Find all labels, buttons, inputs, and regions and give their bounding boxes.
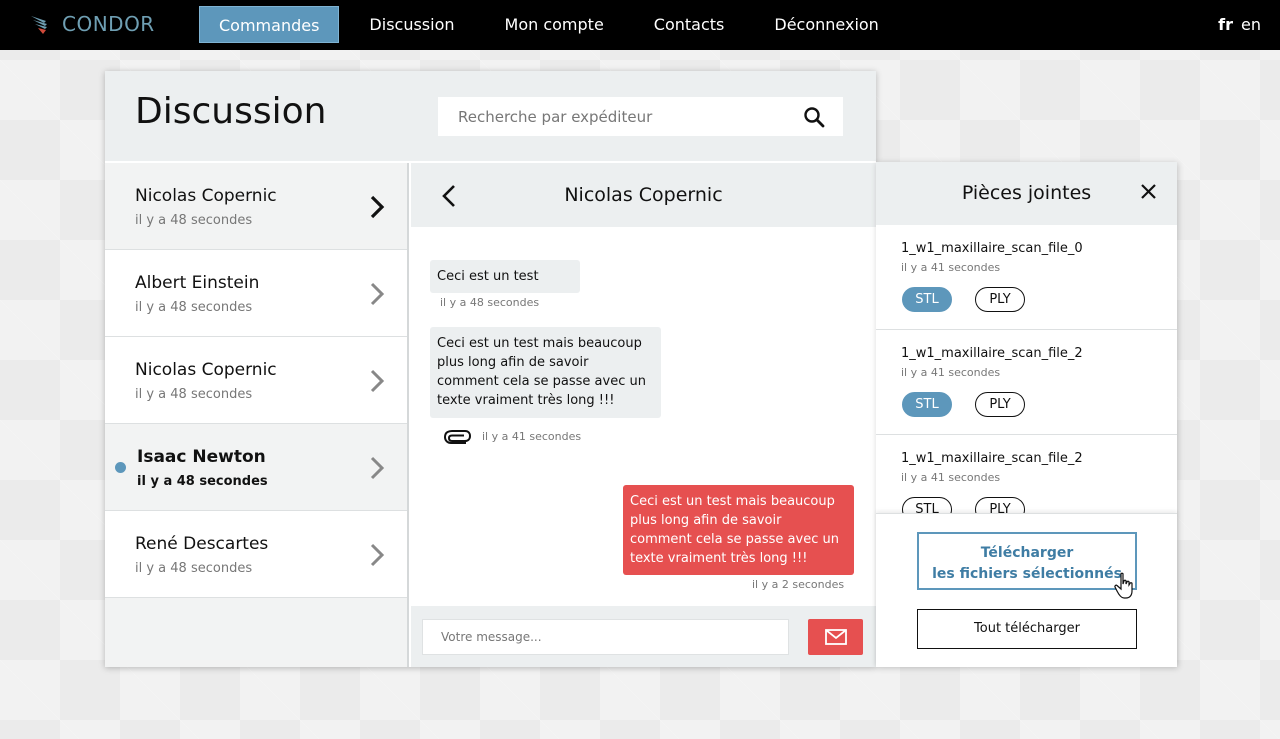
top-navbar: CONDOR Commandes Discussion Mon compte C…: [0, 0, 1280, 50]
download-all-button[interactable]: Tout télécharger: [917, 609, 1137, 649]
contact-item[interactable]: Isaac Newton il y a 48 secondes: [105, 424, 407, 511]
file-time: il y a 41 secondes: [901, 366, 1001, 379]
unread-dot: [115, 462, 126, 473]
discussion-panel: Discussion Nicolas Copernic il y a 48 se…: [105, 71, 876, 667]
conversation-header: Nicolas Copernic: [411, 163, 876, 227]
message-bubble: Ceci est un test: [430, 260, 580, 293]
lang-fr[interactable]: fr: [1218, 15, 1233, 34]
download-selected-button[interactable]: Télécharger les fichiers sélectionnés: [917, 532, 1137, 590]
ply-toggle[interactable]: PLY: [975, 287, 1025, 312]
contact-name: Nicolas Copernic: [135, 360, 277, 380]
contact-item[interactable]: Nicolas Copernic il y a 48 secondes: [105, 163, 407, 250]
file-time: il y a 41 secondes: [901, 471, 1001, 484]
stl-toggle[interactable]: STL: [902, 497, 952, 513]
download-selected-label-1: Télécharger: [980, 545, 1074, 561]
ply-toggle[interactable]: PLY: [975, 497, 1025, 513]
send-button[interactable]: [808, 619, 863, 655]
nav-mon-compte[interactable]: Mon compte: [485, 6, 624, 43]
page-title: Discussion: [135, 91, 327, 132]
brand-logo[interactable]: CONDOR: [30, 12, 155, 36]
close-icon[interactable]: [1140, 183, 1157, 200]
contact-item[interactable]: Albert Einstein il y a 48 secondes: [105, 250, 407, 337]
chevron-right-icon: [370, 195, 385, 219]
message-bubble: Ceci est un test mais beaucoup plus long…: [430, 327, 661, 418]
chevron-right-icon: [370, 543, 385, 567]
message-time: il y a 2 secondes: [752, 578, 845, 591]
attachments-header: Pièces jointes: [876, 162, 1177, 225]
paperclip-icon[interactable]: [440, 427, 472, 447]
conversation-title: Nicolas Copernic: [564, 184, 723, 206]
nav-discussion[interactable]: Discussion: [349, 6, 474, 43]
language-switcher: fr en: [1218, 15, 1261, 34]
contact-item[interactable]: René Descartes il y a 48 secondes: [105, 511, 407, 598]
attachment-item: 1_w1_maxillaire_scan_file_0 il y a 41 se…: [876, 225, 1177, 330]
search-icon[interactable]: [803, 106, 825, 128]
nav-commandes[interactable]: Commandes: [199, 6, 340, 43]
discussion-header: Discussion: [105, 71, 876, 161]
attachments-title: Pièces jointes: [961, 182, 1092, 204]
nav-contacts[interactable]: Contacts: [634, 6, 745, 43]
search-box: [438, 97, 843, 136]
file-name: 1_w1_maxillaire_scan_file_0: [901, 241, 1083, 256]
ply-toggle[interactable]: PLY: [975, 392, 1025, 417]
contact-time: il y a 48 secondes: [137, 474, 268, 489]
hand-pointer-cursor-icon: [1114, 572, 1133, 599]
contact-name: René Descartes: [135, 534, 269, 554]
chevron-right-icon: [370, 282, 385, 306]
nav-deconnexion[interactable]: Déconnexion: [754, 6, 898, 43]
message-time: il y a 41 secondes: [482, 430, 582, 443]
attachment-item: 1_w1_maxillaire_scan_file_2 il y a 41 se…: [876, 435, 1177, 513]
condor-bird-logo-icon: [31, 16, 47, 34]
contact-time: il y a 48 secondes: [135, 387, 253, 402]
stl-toggle[interactable]: STL: [902, 392, 952, 417]
file-name: 1_w1_maxillaire_scan_file_2: [901, 451, 1083, 466]
contact-list: Nicolas Copernic il y a 48 secondes Albe…: [105, 163, 409, 667]
lang-en[interactable]: en: [1241, 15, 1261, 34]
attachment-list: 1_w1_maxillaire_scan_file_0 il y a 41 se…: [876, 225, 1177, 513]
download-selected-label-2: les fichiers sélectionnés: [932, 566, 1122, 582]
attachment-item: 1_w1_maxillaire_scan_file_2 il y a 41 se…: [876, 330, 1177, 435]
contact-item[interactable]: Nicolas Copernic il y a 48 secondes: [105, 337, 407, 424]
search-input[interactable]: [438, 97, 778, 136]
file-time: il y a 41 secondes: [901, 261, 1001, 274]
envelope-icon: [824, 629, 847, 645]
contact-time: il y a 48 secondes: [135, 213, 253, 228]
contact-name: Isaac Newton: [137, 447, 266, 467]
my-message-bubble: Ceci est un test mais beaucoup plus long…: [623, 485, 854, 575]
contact-name: Nicolas Copernic: [135, 186, 277, 206]
message-input[interactable]: [422, 619, 789, 655]
chevron-right-icon: [370, 369, 385, 393]
stl-toggle[interactable]: STL: [902, 287, 952, 312]
contact-time: il y a 48 secondes: [135, 561, 253, 576]
contact-time: il y a 48 secondes: [135, 300, 253, 315]
chevron-right-icon: [370, 456, 385, 480]
file-name: 1_w1_maxillaire_scan_file_2: [901, 346, 1083, 361]
brand-name: CONDOR: [62, 12, 155, 36]
contact-name: Albert Einstein: [135, 273, 260, 293]
main-nav: Commandes Discussion Mon compte Contacts…: [199, 6, 909, 43]
message-composer: [411, 606, 876, 667]
conversation-pane: Nicolas Copernic Ceci est un test il y a…: [411, 163, 876, 667]
message-time: il y a 48 secondes: [440, 296, 540, 309]
